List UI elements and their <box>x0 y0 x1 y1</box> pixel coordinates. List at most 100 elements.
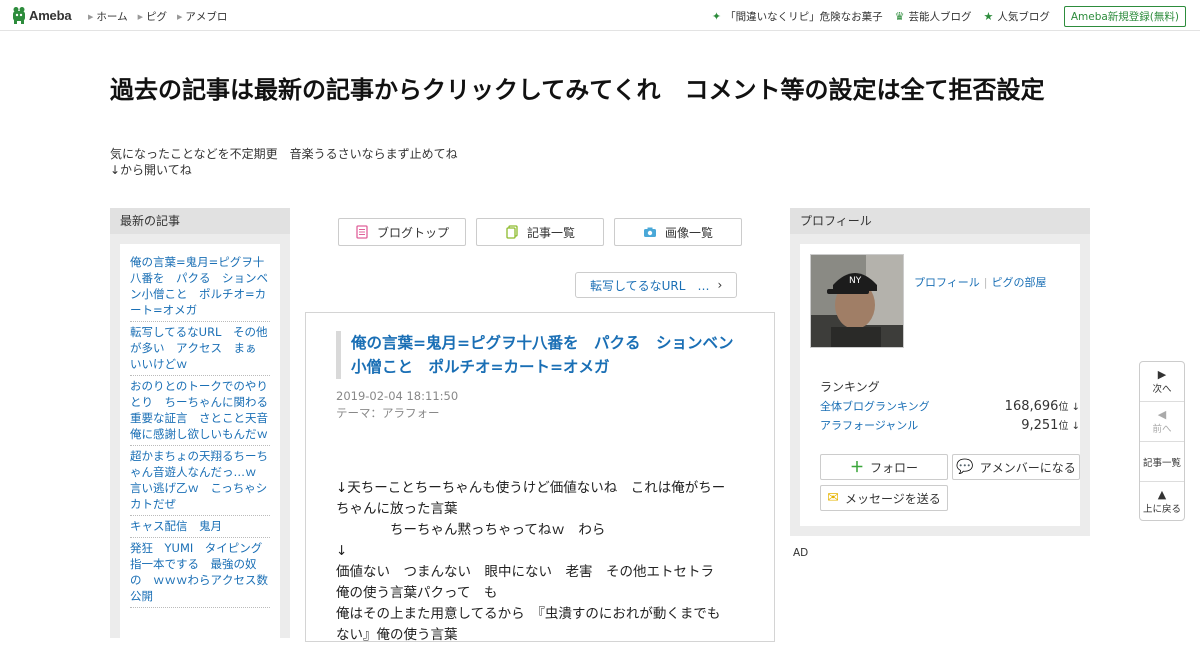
send-message-button[interactable]: ✉ メッセージを送る <box>820 485 948 511</box>
avatar-image: NY <box>811 255 903 347</box>
amember-button[interactable]: 💬 アメンバーになる <box>952 454 1080 480</box>
button-label: 上に戻る <box>1142 504 1181 515</box>
rank-number: 9,251 <box>1021 418 1059 433</box>
nav-label: ホーム <box>96 11 128 23</box>
floating-entry-nav: ▶ 次へ ◀ 前へ 記事一覧 ▲ 上に戻る <box>1139 361 1185 521</box>
button-label: 記事一覧 <box>526 225 575 240</box>
entry-article: 俺の言葉=鬼月=ピグヲ十八番を パクる ションベン小僧こと ポルチオ=カート=オ… <box>305 312 775 643</box>
nav-home-link[interactable]: ▶ ホーム <box>88 9 128 24</box>
triangle-up-icon: ▲ <box>1157 488 1167 501</box>
svg-text:NY: NY <box>849 276 862 286</box>
header-links: ✦ 「間違いなくリピ」危険なお菓子 ♛ 芸能人ブログ ★ 人気ブログ Ameba新規登… <box>700 6 1186 27</box>
follow-button[interactable]: ＋ フォロー <box>820 454 948 480</box>
recent-entries-panel: 最新の記事 俺の言葉=鬼月=ピグヲ十八番を パクる ションベン小僧こと ポルチオ… <box>110 208 290 644</box>
chevron-right-icon: › <box>717 278 723 292</box>
description-line: 気になったことなどを不定期更 音楽うるさいならまず止めてね <box>110 147 458 161</box>
entry-list-button[interactable]: 記事一覧 <box>476 218 604 246</box>
envelope-icon: ✉ <box>827 490 839 506</box>
previous-entry-label: 転写してるなURL … <box>590 278 710 293</box>
ranking-value: 168,696位 ↓ <box>1005 398 1080 414</box>
recent-entry-link[interactable]: 転写してるなURL その他 が多い アクセス まぁ いいけどｗ <box>130 322 279 376</box>
ad-label: AD <box>793 547 809 559</box>
popular-blog-link[interactable]: ★ 人気ブログ <box>983 9 1049 24</box>
overall-ranking-link[interactable]: 全体ブログランキング <box>820 398 930 414</box>
button-label: メッセージを送る <box>844 491 941 506</box>
button-label: フォロー <box>869 460 918 475</box>
rank-unit: 位 ↓ <box>1058 421 1080 432</box>
back-to-top-button[interactable]: ▲ 上に戻る <box>1140 482 1184 522</box>
theme-link[interactable]: アラフォー <box>382 406 440 420</box>
link-label: 「間違いなくリピ」危険なお菓子 <box>725 11 883 23</box>
entry-title[interactable]: 俺の言葉=鬼月=ピグヲ十八番を パクる ションベン小僧こと ポルチオ=カート=オ… <box>336 331 746 379</box>
rank-number: 168,696 <box>1004 399 1059 414</box>
profile-avatar[interactable]: NY <box>810 254 904 348</box>
entry-body: ↓天ちーことちーちゃんも使うけど価値ないね これは俺がちー ちゃんに放った言葉 … <box>336 478 746 646</box>
theme-label: テーマ： <box>336 406 382 420</box>
button-label: 画像一覧 <box>664 225 713 240</box>
entry-theme: テーマ：アラフォー <box>336 405 440 421</box>
previous-entry-link[interactable]: 転写してるなURL … › <box>575 272 737 298</box>
caret-right-icon: ▶ <box>137 12 143 21</box>
featured-topic-link[interactable]: ✦ 「間違いなくリピ」危険なお菓子 <box>712 9 883 24</box>
body-line: 俺はその上また用意してるから 『虫潰すのにおれが動くまでも <box>336 606 721 622</box>
nav-label: ピグ <box>145 11 167 23</box>
blog-title[interactable]: 過去の記事は最新の記事からクリックしてみてくれ コメント等の設定は全て拒否設定 <box>110 72 1095 108</box>
link-separator: | <box>983 276 988 289</box>
ranking-value: 9,251位 ↓ <box>1021 417 1080 433</box>
button-label: 次へ <box>1152 383 1172 395</box>
ranking-row: 全体ブログランキング 168,696位 ↓ <box>820 398 1080 414</box>
ameba-logo[interactable]: Ameba <box>12 6 72 24</box>
prev-entry-button[interactable]: ◀ 前へ <box>1140 402 1184 442</box>
pages-icon <box>506 225 518 239</box>
register-button[interactable]: Ameba新規登録(無料) <box>1063 6 1186 27</box>
body-line: ない』俺の使う言葉 <box>336 627 458 643</box>
blog-description: 気になったことなどを不定期更 音楽うるさいならまず止めてね ↓から開いてね <box>110 146 510 178</box>
caret-right-icon: ▶ <box>88 12 94 21</box>
link-label: 人気ブログ <box>997 11 1050 23</box>
button-label: ブログトップ <box>376 225 449 240</box>
profile-links: プロフィール | ピグの部屋 <box>914 274 1047 290</box>
blog-nav-buttons: ブログトップ 記事一覧 画像一覧 <box>338 218 752 246</box>
button-label: アメンバーになる <box>979 460 1076 475</box>
star-icon: ★ <box>983 10 994 23</box>
logo-text: Ameba <box>29 7 72 23</box>
document-icon <box>356 225 368 239</box>
nav-ameblo-link[interactable]: ▶ アメブロ <box>177 9 227 24</box>
blog-top-button[interactable]: ブログトップ <box>338 218 466 246</box>
next-entry-button[interactable]: ▶ 次へ <box>1140 362 1184 402</box>
recent-entry-link[interactable]: 発狂 YUMI タイピング指一本でする 最強の奴 の ｗｗｗわらアクセス数公開 <box>130 538 270 608</box>
recent-entry-link[interactable]: おのりとのトークでのやりとり ちーちゃんに関わる重要な証言 さとこと天音俺に感謝… <box>130 376 270 446</box>
celebrity-blog-link[interactable]: ♛ 芸能人ブログ <box>895 9 972 24</box>
link-label: 芸能人ブログ <box>908 11 972 23</box>
recent-entry-link[interactable]: 俺の言葉=鬼月=ピグヲ十八番を パクる ションベン小僧こと ポルチオ=カート=オ… <box>130 254 270 322</box>
body-line: 俺の使う言葉パクって も <box>336 585 498 601</box>
global-nav: ▶ ホーム ▶ ピグ ▶ アメブロ <box>88 9 237 24</box>
body-line: ↓ <box>336 543 348 559</box>
profile-link[interactable]: プロフィール <box>914 276 980 289</box>
nav-pigg-link[interactable]: ▶ ピグ <box>138 9 167 24</box>
chat-bubble-icon: 💬 <box>956 459 974 475</box>
image-list-button[interactable]: 画像一覧 <box>614 218 742 246</box>
global-header: Ameba ▶ ホーム ▶ ピグ ▶ アメブロ ✦ 「間違いなくリピ」危険なお菓子 ♛ 芸… <box>0 0 1200 31</box>
ameba-logo-icon <box>13 7 25 24</box>
genre-ranking-link[interactable]: アラフォージャンル <box>820 417 918 433</box>
rank-unit: 位 ↓ <box>1058 402 1080 413</box>
ranking-row: アラフォージャンル 9,251位 ↓ <box>820 417 1080 433</box>
recent-entry-link[interactable]: キャス配信 鬼月 <box>130 516 270 538</box>
plus-icon: ＋ <box>849 460 864 476</box>
body-line: 価値ない つまんない 眼中にない 老害 その他エトセトラ <box>336 564 714 580</box>
caret-right-icon: ▶ <box>176 12 183 21</box>
crown-icon: ♛ <box>894 10 905 23</box>
play-icon: ▶ <box>1157 367 1167 381</box>
back-icon: ◀ <box>1157 407 1167 421</box>
profile-heading: プロフィール <box>790 208 1090 234</box>
body-line: ちーちゃん黙っちゃってねｗ わら <box>336 522 606 538</box>
entry-date: 2019-02-04 18:11:50 <box>336 389 459 403</box>
entry-list-side-button[interactable]: 記事一覧 <box>1140 442 1184 482</box>
recent-entry-link[interactable]: 超かまちょの天翔るちーちゃん音遊人なんだっ…ｗ 言い逃げ乙ｗ こっちゃシカトだぜ <box>130 446 270 516</box>
pigg-room-link[interactable]: ピグの部屋 <box>992 276 1047 289</box>
body-line: ちゃんに放った言葉 <box>336 501 458 517</box>
description-line: ↓から開いてね <box>110 163 192 177</box>
nav-label: アメブロ <box>185 11 228 23</box>
sparkle-icon: ✦ <box>711 10 722 23</box>
